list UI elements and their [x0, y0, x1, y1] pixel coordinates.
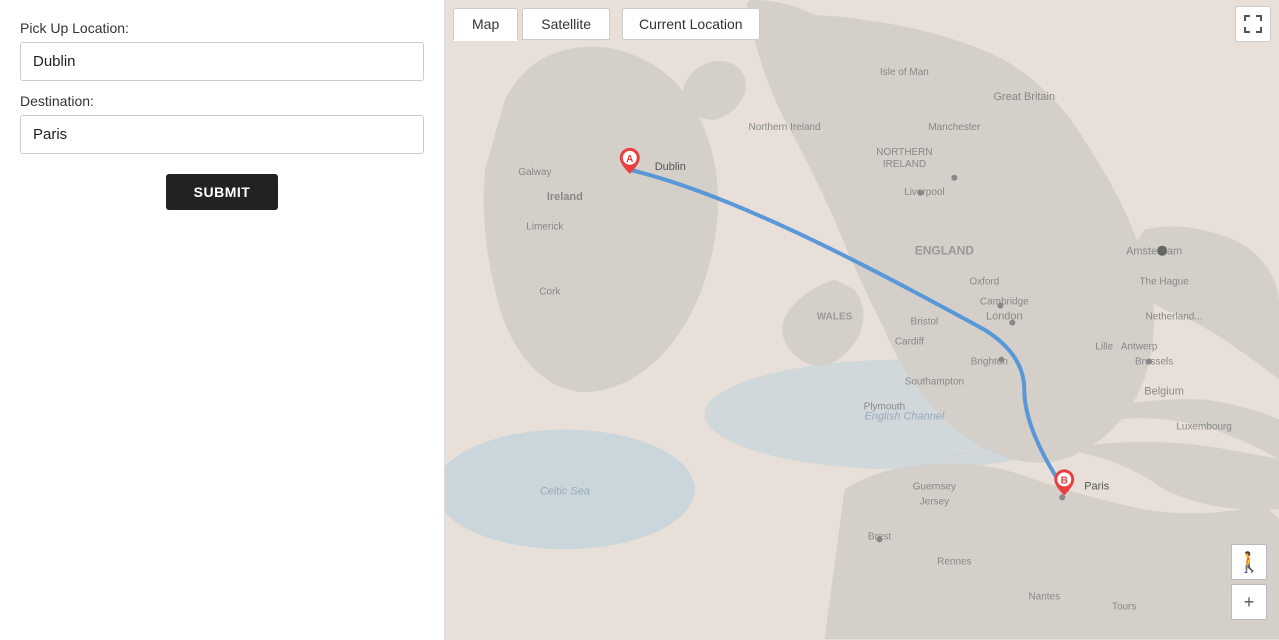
svg-text:Paris: Paris: [1084, 480, 1110, 492]
svg-text:Galway: Galway: [518, 167, 551, 178]
svg-text:NORTHERN: NORTHERN: [876, 147, 932, 158]
pickup-input[interactable]: [20, 42, 424, 81]
svg-text:Oxford: Oxford: [969, 277, 999, 288]
svg-text:Cardiff: Cardiff: [895, 337, 924, 348]
svg-text:Liverpool: Liverpool: [904, 187, 944, 198]
svg-text:Guernsey: Guernsey: [913, 481, 956, 492]
pegman-icon: 🚶: [1237, 550, 1262, 575]
svg-text:Manchester: Manchester: [928, 122, 981, 133]
svg-text:IRELAND: IRELAND: [883, 159, 926, 170]
svg-text:Luxembourg: Luxembourg: [1176, 421, 1231, 432]
svg-text:Great Britain: Great Britain: [993, 91, 1055, 103]
zoom-in-button[interactable]: +: [1231, 584, 1267, 620]
destination-label: Destination:: [20, 93, 424, 109]
svg-text:Rennes: Rennes: [937, 556, 971, 567]
svg-text:Cork: Cork: [539, 287, 560, 298]
pegman-button[interactable]: 🚶: [1231, 544, 1267, 580]
svg-text:Antwerp: Antwerp: [1121, 342, 1158, 353]
fullscreen-button[interactable]: [1235, 6, 1271, 42]
svg-text:Cambridge: Cambridge: [980, 297, 1029, 308]
svg-text:Dublin: Dublin: [655, 161, 686, 173]
svg-text:WALES: WALES: [817, 312, 853, 323]
svg-text:Netherland...: Netherland...: [1146, 312, 1203, 323]
fullscreen-icon: [1244, 15, 1262, 33]
svg-text:Nantes: Nantes: [1028, 591, 1060, 602]
pickup-field-group: Pick Up Location:: [20, 20, 424, 81]
svg-text:Belgium: Belgium: [1144, 386, 1184, 398]
svg-text:Isle of Man: Isle of Man: [880, 67, 929, 78]
svg-text:Tours: Tours: [1112, 601, 1136, 612]
map-panel: Map Satellite Current Location: [445, 0, 1279, 640]
svg-text:Limerick: Limerick: [526, 222, 563, 233]
submit-button[interactable]: SUBMIT: [166, 174, 279, 210]
svg-text:Amsterdam: Amsterdam: [1126, 246, 1182, 258]
svg-text:Celtic Sea: Celtic Sea: [540, 485, 590, 497]
destination-field-group: Destination:: [20, 93, 424, 154]
svg-text:Southampton: Southampton: [905, 377, 964, 388]
destination-input[interactable]: [20, 115, 424, 154]
map-top-bar: Map Satellite Current Location: [445, 0, 1279, 48]
label-ireland: Ireland: [547, 191, 583, 203]
svg-text:Bristol: Bristol: [911, 317, 939, 328]
svg-text:A: A: [626, 154, 633, 165]
svg-text:ENGLAND: ENGLAND: [915, 244, 975, 258]
svg-text:Brussels: Brussels: [1135, 357, 1173, 368]
map-svg: Ireland Galway Limerick Cork ENGLAND WAL…: [445, 0, 1279, 639]
svg-text:The Hague: The Hague: [1139, 277, 1189, 288]
tab-map[interactable]: Map: [453, 8, 518, 41]
svg-text:Jersey: Jersey: [920, 496, 949, 507]
current-location-button[interactable]: Current Location: [622, 8, 760, 40]
map-bottom-controls: 🚶 +: [1231, 544, 1267, 620]
svg-text:Lille: Lille: [1095, 342, 1113, 353]
svg-text:Northern Ireland: Northern Ireland: [749, 122, 821, 133]
pickup-label: Pick Up Location:: [20, 20, 424, 36]
svg-text:B: B: [1061, 475, 1068, 486]
svg-text:English Channel: English Channel: [864, 410, 944, 422]
svg-text:London: London: [986, 311, 1023, 323]
zoom-in-icon: +: [1244, 592, 1255, 613]
tab-satellite[interactable]: Satellite: [522, 8, 610, 40]
left-panel: Pick Up Location: Destination: SUBMIT: [0, 0, 445, 640]
